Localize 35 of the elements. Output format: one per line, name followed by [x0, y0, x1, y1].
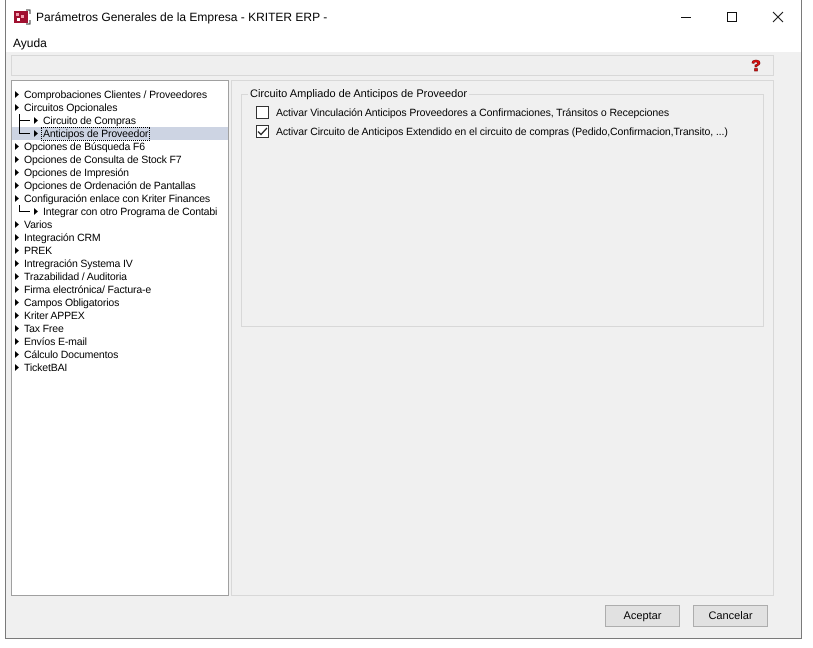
tree-item[interactable]: Circuito de Compras [42, 114, 137, 126]
tree-item[interactable]: Integración CRM [23, 232, 102, 244]
window-title: Parámetros Generales de la Empresa - KRITER ERP - [36, 10, 328, 24]
tree-item[interactable]: Varios [23, 218, 54, 230]
tree-item[interactable]: TicketBAI [23, 362, 68, 374]
tree-item[interactable]: PREK [23, 244, 53, 256]
tree-item[interactable]: Tax Free [23, 322, 65, 334]
expand-arrow-icon[interactable] [34, 208, 38, 215]
menu-item[interactable]: Ayuda [13, 36, 47, 50]
help-icon[interactable] [749, 59, 763, 72]
checkbox[interactable] [256, 106, 269, 119]
checkbox-label: Activar Circuito de Anticipos Extendido en el circuito de compras (Pedido,Confirmacion,Transito, ...) [276, 126, 728, 138]
tree-item[interactable]: Opciones de Impresión [23, 166, 130, 178]
group-title: Circuito Ampliado de Anticipos de Proveedor [248, 88, 470, 100]
checkbox[interactable] [256, 125, 269, 138]
tree-item[interactable]: Cálculo Documentos [23, 348, 120, 360]
tree-item[interactable]: Circuitos Opcionales [23, 102, 118, 114]
tree-item[interactable]: Configuración enlace con Kriter Finances [23, 192, 212, 204]
tree-item[interactable]: Opciones de Ordenación de Pantallas [23, 180, 197, 192]
tree-item[interactable]: Campos Obligatorios [23, 296, 120, 308]
dialog-button[interactable]: Cancelar [693, 605, 768, 627]
tree-item[interactable]: Trazabilidad / Auditoria [23, 270, 128, 282]
close-icon[interactable] [772, 11, 784, 23]
app-logo-icon [13, 9, 31, 25]
tree-item[interactable]: Kriter APPEX [23, 310, 86, 322]
tree-item[interactable]: Intregración Systema IV [23, 258, 134, 270]
tree-item[interactable]: Opciones de Consulta de Stock F7 [23, 154, 182, 166]
dialog-button[interactable]: Aceptar [605, 605, 680, 627]
tree-item[interactable]: Firma electrónica/ Factura-e [23, 284, 152, 296]
tree-item[interactable]: Comprobaciones Clientes / Proveedores [23, 88, 208, 100]
tree-item[interactable]: Envíos E-mail [23, 336, 88, 348]
checkbox-label: Activar Vinculación Anticipos Proveedores a Confirmaciones, Tránsitos o Recepciones [276, 106, 670, 118]
tree-item[interactable]: Opciones de Búsqueda F6 [23, 140, 146, 152]
tree-item[interactable]: Integrar con otro Programa de Contabi [42, 206, 218, 218]
maximize-icon[interactable] [726, 11, 738, 23]
